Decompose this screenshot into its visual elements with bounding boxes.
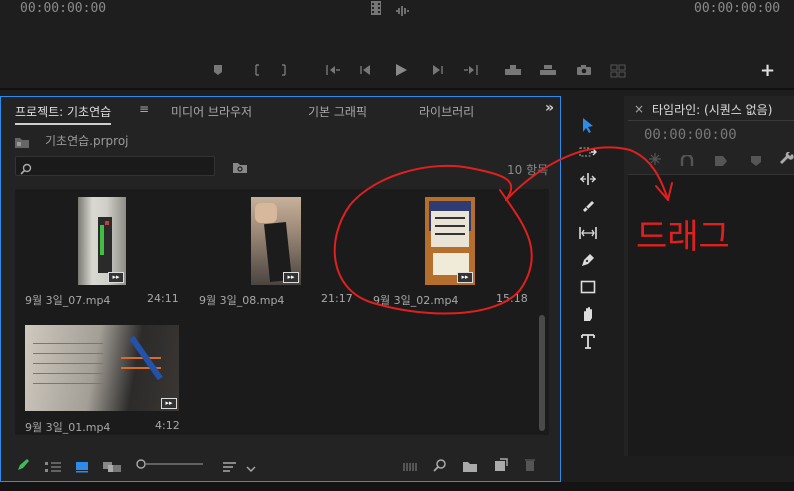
drag-annotation: 드래그 (333, 146, 730, 315)
annotation-arrow (505, 146, 669, 201)
annotation-text: 드래그 (636, 217, 730, 257)
annotation-circle (333, 164, 533, 315)
